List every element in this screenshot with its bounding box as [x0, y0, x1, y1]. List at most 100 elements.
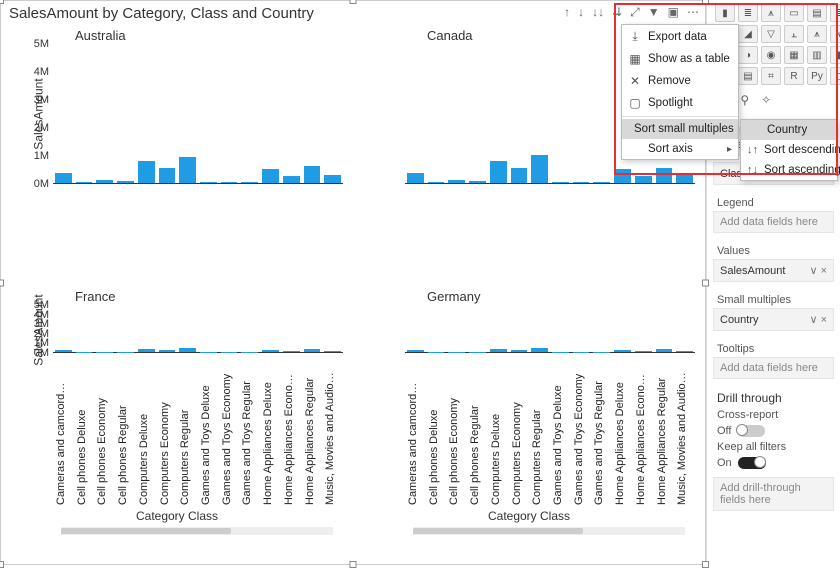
- bar[interactable]: [324, 175, 341, 183]
- viz-type-icon[interactable]: ⌗: [761, 67, 781, 85]
- up-arrow-icon[interactable]: ↑: [564, 5, 570, 20]
- bar[interactable]: [262, 350, 279, 352]
- field-controls[interactable]: ∨ ×: [809, 313, 827, 326]
- bar[interactable]: [676, 351, 693, 352]
- ctx-sort-axis[interactable]: Sort axis▸: [622, 139, 738, 159]
- bar[interactable]: [635, 176, 652, 183]
- bar[interactable]: [179, 348, 196, 352]
- viz-type-icon[interactable]: R: [784, 67, 804, 85]
- bar[interactable]: [324, 351, 341, 352]
- ctx-show-as-table[interactable]: ▦Show as a table: [622, 48, 738, 70]
- resize-handle[interactable]: [350, 0, 357, 4]
- drill-thru-icon[interactable]: ⤢: [630, 5, 640, 20]
- bar[interactable]: [241, 182, 258, 183]
- cross-report-toggle[interactable]: [737, 425, 765, 437]
- bar[interactable]: [511, 350, 528, 352]
- viz-type-icon[interactable]: ⩛: [830, 25, 840, 43]
- viz-type-icon[interactable]: ▥: [807, 46, 827, 64]
- bar[interactable]: [656, 349, 673, 352]
- field-controls[interactable]: ∨ ×: [809, 264, 827, 277]
- bar[interactable]: [96, 180, 113, 183]
- bar[interactable]: [283, 176, 300, 183]
- viz-type-icon[interactable]: ◧: [830, 46, 840, 64]
- resize-handle[interactable]: [0, 0, 4, 4]
- viz-type-icon[interactable]: ≣: [830, 4, 840, 22]
- bar[interactable]: [55, 173, 72, 183]
- bar[interactable]: [573, 182, 590, 183]
- viz-type-icon[interactable]: ◢: [738, 25, 758, 43]
- bar[interactable]: [117, 181, 134, 183]
- more-icon[interactable]: ⋯: [687, 5, 699, 20]
- ctx-spotlight[interactable]: ▢Spotlight: [622, 92, 738, 114]
- bar[interactable]: [469, 181, 486, 183]
- viz-type-icon[interactable]: ▤: [807, 4, 827, 22]
- sort-submenu[interactable]: Country ↓↑Sort descending ↑↓Sort ascendi…: [740, 119, 838, 181]
- scroll-thumb[interactable]: [61, 528, 231, 534]
- visual-container[interactable]: SalesAmount by Category, Class and Count…: [0, 0, 706, 565]
- bar[interactable]: [531, 155, 548, 183]
- bar[interactable]: [635, 351, 652, 352]
- bar[interactable]: [407, 173, 424, 183]
- filter-icon[interactable]: ▼: [648, 5, 660, 20]
- viz-type-icon[interactable]: ▤: [738, 67, 758, 85]
- analytics-tab-icon[interactable]: ✧: [761, 93, 771, 111]
- bar[interactable]: [428, 182, 445, 183]
- down-arrow-icon[interactable]: ↓: [578, 5, 584, 20]
- scroll-track[interactable]: [61, 527, 333, 535]
- resize-handle[interactable]: [702, 0, 709, 4]
- bar[interactable]: [179, 157, 196, 183]
- scroll-thumb[interactable]: [413, 528, 583, 534]
- legend-well[interactable]: Add data fields here: [713, 211, 834, 233]
- values-field[interactable]: SalesAmount∨ ×: [713, 259, 834, 282]
- context-menu[interactable]: ⤓Export data ▦Show as a table ✕Remove ▢S…: [621, 24, 739, 160]
- bar[interactable]: [614, 350, 631, 352]
- bar[interactable]: [490, 161, 507, 183]
- bar[interactable]: [262, 169, 279, 183]
- format-tab-icon[interactable]: ⚲: [740, 93, 749, 111]
- viz-type-icon[interactable]: ◑: [738, 46, 758, 64]
- sort-descending[interactable]: ↓↑Sort descending: [741, 140, 837, 160]
- viz-type-icon[interactable]: ≣: [738, 4, 758, 22]
- viz-type-icon[interactable]: ▮: [715, 4, 735, 22]
- viz-type-icon[interactable]: ◻: [830, 67, 840, 85]
- bar[interactable]: [283, 351, 300, 352]
- viz-type-icon[interactable]: ⩚: [761, 4, 781, 22]
- bar[interactable]: [407, 350, 424, 352]
- drillthrough-well[interactable]: Add drill-through fields here: [713, 477, 834, 511]
- viz-type-icon[interactable]: ▽: [761, 25, 781, 43]
- bar[interactable]: [676, 175, 693, 183]
- bar[interactable]: [593, 182, 610, 183]
- ctx-remove[interactable]: ✕Remove: [622, 70, 738, 92]
- bar[interactable]: [55, 350, 72, 352]
- bar[interactable]: [552, 182, 569, 183]
- viz-type-icon[interactable]: ◉: [761, 46, 781, 64]
- bar[interactable]: [159, 350, 176, 352]
- sm-field[interactable]: Country∨ ×: [713, 308, 834, 331]
- bar[interactable]: [614, 169, 631, 183]
- bar[interactable]: [138, 161, 155, 183]
- bar[interactable]: [448, 180, 465, 183]
- ctx-sort-small-multiples[interactable]: Sort small multiples▸: [622, 119, 738, 139]
- bar[interactable]: [531, 348, 548, 352]
- viz-type-icon[interactable]: ⫠: [784, 25, 804, 43]
- bar[interactable]: [221, 182, 238, 183]
- focus-icon[interactable]: ▣: [668, 5, 679, 20]
- bar[interactable]: [304, 166, 321, 183]
- sort-ascending[interactable]: ↑↓Sort ascending: [741, 160, 837, 180]
- drill-down-icon[interactable]: ↓↓: [592, 5, 604, 20]
- ctx-export-data[interactable]: ⤓Export data: [622, 25, 738, 48]
- bar[interactable]: [656, 168, 673, 183]
- sort-by-country[interactable]: Country: [741, 120, 837, 140]
- scroll-track[interactable]: [413, 527, 685, 535]
- bar[interactable]: [200, 182, 217, 183]
- bar[interactable]: [304, 349, 321, 352]
- bar[interactable]: [159, 168, 176, 183]
- viz-type-icon[interactable]: ⩚: [807, 25, 827, 43]
- bar[interactable]: [511, 168, 528, 183]
- bar[interactable]: [490, 349, 507, 352]
- viz-type-icon[interactable]: Py: [807, 67, 827, 85]
- viz-type-icon[interactable]: ▭: [784, 4, 804, 22]
- viz-type-icon[interactable]: ▦: [784, 46, 804, 64]
- bar[interactable]: [76, 182, 93, 183]
- bar[interactable]: [138, 349, 155, 352]
